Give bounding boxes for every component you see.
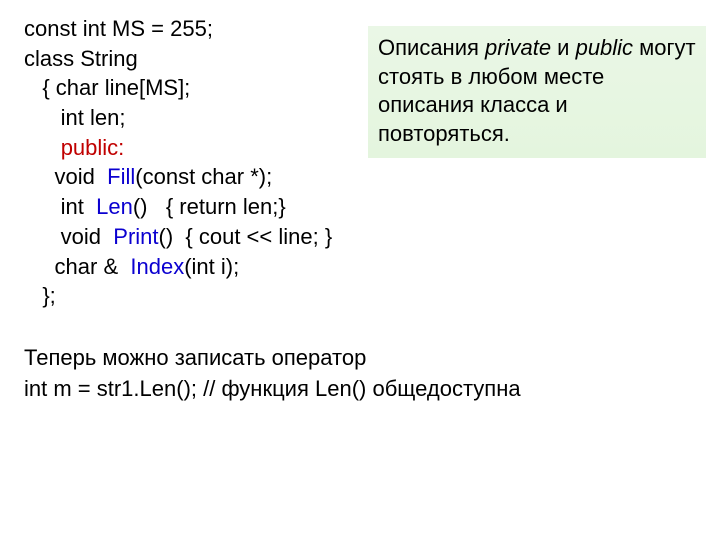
code-line: () { cout << line; } [159, 224, 333, 249]
code-fn-print: Print [113, 224, 158, 249]
code-line: char & [24, 254, 130, 279]
code-line: int len; [24, 105, 126, 130]
code-public-keyword: public: [61, 135, 125, 160]
note-public: public [576, 35, 633, 60]
code-line: void [24, 164, 107, 189]
code-line: (const char *); [135, 164, 272, 189]
para-line: Теперь можно записать оператор [24, 343, 700, 374]
note-box: Описания private и public могут стоять в… [368, 26, 706, 158]
slide: Описания private и public могут стоять в… [0, 0, 720, 540]
code-indent [24, 135, 61, 160]
code-line: () { return len;} [133, 194, 286, 219]
paragraph: Теперь можно записать оператор int m = s… [24, 343, 700, 405]
code-fn-fill: Fill [107, 164, 135, 189]
para-line: int m = str1.Len(); // функция Len() общ… [24, 374, 700, 405]
code-line: }; [24, 283, 56, 308]
code-line: void [24, 224, 113, 249]
code-line: class String [24, 46, 138, 71]
code-fn-len: Len [96, 194, 133, 219]
note-text: и [551, 35, 576, 60]
code-fn-index: Index [130, 254, 184, 279]
code-line: (int i); [184, 254, 239, 279]
note-text: Описания [378, 35, 485, 60]
code-line: int [24, 194, 96, 219]
code-line: { char line[MS]; [24, 75, 190, 100]
note-private: private [485, 35, 551, 60]
code-line: const int MS = 255; [24, 16, 213, 41]
